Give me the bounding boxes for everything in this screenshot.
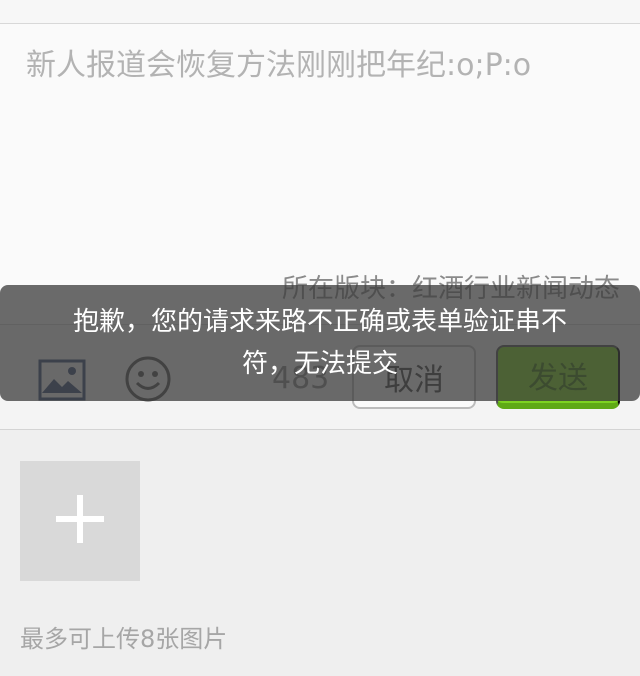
add-photo-button[interactable] [20, 461, 140, 581]
plus-icon [54, 493, 106, 549]
upload-area: 最多可上传8张图片 [0, 431, 640, 676]
toast-message: 抱歉，您的请求来路不正确或表单验证串不符，无法提交 [72, 307, 567, 379]
top-strip [0, 0, 640, 24]
error-toast: 抱歉，您的请求来路不正确或表单验证串不符，无法提交 [0, 285, 640, 401]
post-text-input[interactable]: 新人报道会恢复方法刚刚把年纪:o;P:o [26, 46, 616, 86]
compose-area[interactable]: 新人报道会恢复方法刚刚把年纪:o;P:o 所在版块：红酒行业新闻动态 [0, 24, 640, 324]
upload-hint: 最多可上传8张图片 [20, 625, 228, 653]
